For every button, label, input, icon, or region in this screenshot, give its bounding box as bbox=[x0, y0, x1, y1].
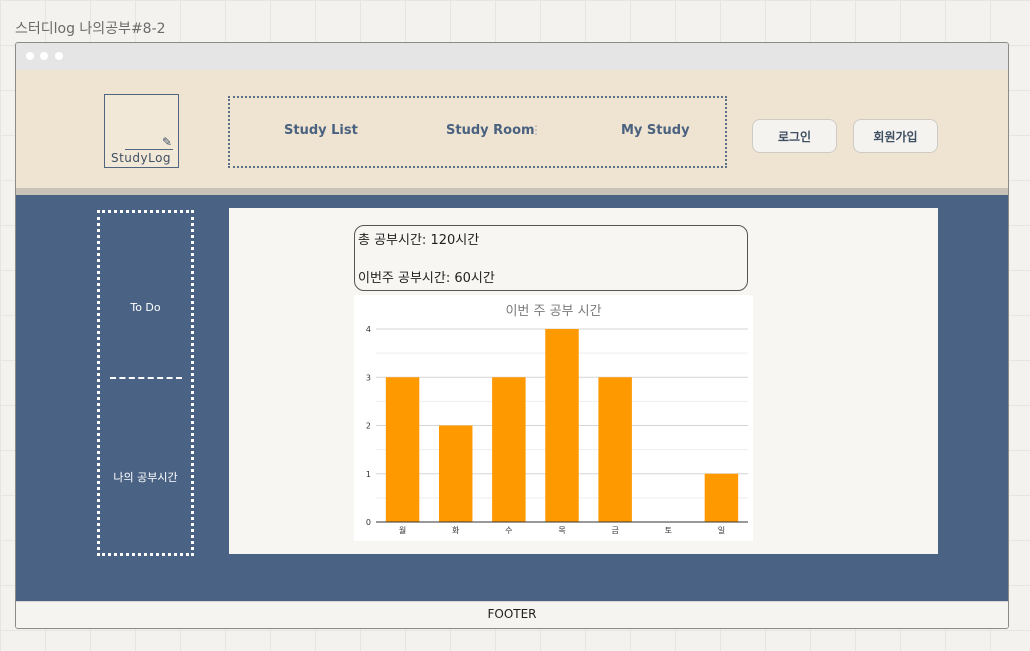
window-titlebar bbox=[16, 43, 1008, 70]
header-divider bbox=[16, 188, 1008, 195]
window-dot-icon bbox=[26, 52, 34, 60]
content-panel: 총 공부시간: 120시간 이번주 공부시간: 60시간 이번 주 공부 시간 … bbox=[229, 208, 938, 554]
x-tick-label: 토 bbox=[665, 526, 672, 535]
site-footer: FOOTER bbox=[16, 601, 1008, 628]
pen-icon: ✎ bbox=[162, 135, 173, 149]
study-summary-box: 총 공부시간: 120시간 이번주 공부시간: 60시간 bbox=[354, 225, 748, 291]
login-button[interactable]: 로그인 bbox=[752, 119, 837, 153]
site-header: ✎ StudyLog Study List Study Room ⋮ My St… bbox=[16, 70, 1008, 188]
bar bbox=[704, 473, 739, 522]
signup-button[interactable]: 회원가입 bbox=[853, 119, 938, 153]
browser-window: ✎ StudyLog Study List Study Room ⋮ My St… bbox=[15, 42, 1009, 629]
nav-study-list[interactable]: Study List bbox=[284, 123, 358, 138]
y-tick-label: 3 bbox=[366, 373, 371, 382]
x-tick-label: 수 bbox=[505, 526, 512, 535]
bar bbox=[438, 425, 473, 522]
frame-title: 스터디log 나의공부#8-2 bbox=[15, 21, 166, 37]
y-tick-label: 0 bbox=[366, 518, 371, 527]
main-area: To Do 나의 공부시간 총 공부시간: 120시간 이번주 공부시간: 60… bbox=[16, 195, 1008, 601]
window-dot-icon bbox=[55, 52, 63, 60]
logo[interactable]: ✎ StudyLog bbox=[104, 94, 179, 168]
sidebar-item-todo[interactable]: To Do bbox=[100, 301, 191, 314]
chart-svg: 0 1 2 3 4 월 화 수 목 금 토 일 bbox=[366, 325, 748, 535]
logo-underline bbox=[125, 149, 173, 150]
nav-my-study[interactable]: My Study bbox=[621, 123, 690, 138]
x-tick-label: 월 bbox=[399, 525, 406, 535]
weekly-chart: 이번 주 공부 시간 01234월화수목금토일 bbox=[354, 295, 753, 541]
window-dot-icon bbox=[40, 52, 48, 60]
bar bbox=[385, 377, 420, 522]
nav-study-room[interactable]: Study Room bbox=[446, 123, 535, 138]
bar bbox=[545, 329, 579, 522]
weekly-study-time: 이번주 공부시간: 60시간 bbox=[358, 271, 495, 286]
bar bbox=[492, 377, 526, 522]
x-tick-label: 일 bbox=[718, 526, 725, 535]
logo-text: StudyLog bbox=[110, 151, 172, 165]
x-tick-label: 화 bbox=[452, 526, 460, 535]
nav-separator: ⋮ bbox=[530, 123, 542, 137]
y-tick-label: 2 bbox=[366, 422, 371, 431]
x-tick-label: 금 bbox=[611, 526, 618, 535]
bar bbox=[598, 377, 632, 522]
y-tick-label: 1 bbox=[366, 470, 371, 479]
sidebar-divider bbox=[110, 377, 182, 379]
sidebar-item-study-time[interactable]: 나의 공부시간 bbox=[100, 469, 191, 485]
sidebar: To Do 나의 공부시간 bbox=[97, 210, 194, 556]
total-study-time: 총 공부시간: 120시간 bbox=[358, 233, 480, 248]
x-tick-label: 목 bbox=[558, 526, 565, 535]
footer-text: FOOTER bbox=[487, 607, 537, 621]
main-nav: Study List Study Room ⋮ My Study bbox=[228, 96, 727, 168]
y-tick-label: 4 bbox=[366, 325, 371, 334]
